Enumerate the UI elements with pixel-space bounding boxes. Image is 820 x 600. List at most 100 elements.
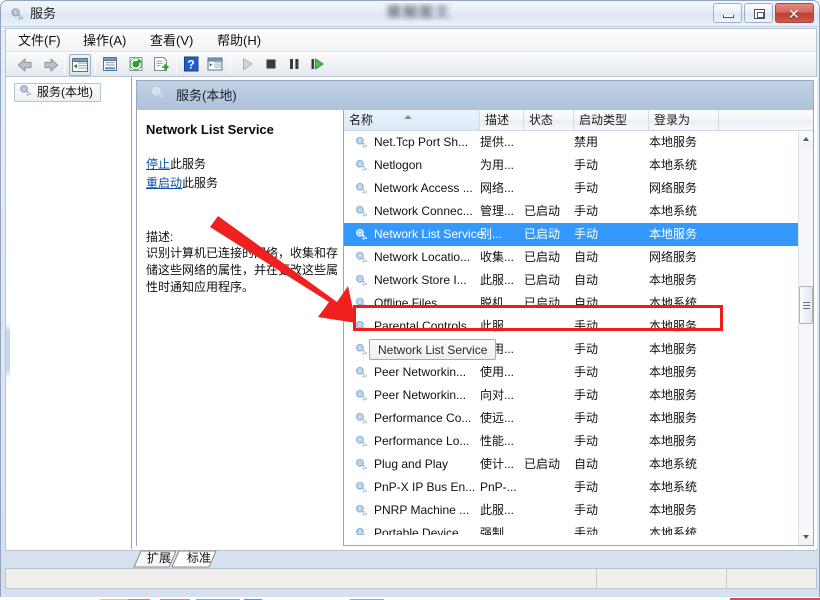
show-hide-tree-icon[interactable]: [69, 54, 91, 76]
table-row[interactable]: PNRP Machine ... 此服... 手动 本地服务: [344, 499, 800, 522]
cell-startup-type: 手动: [574, 388, 599, 402]
table-row[interactable]: Parental Controls 此服... 手动 本地服务: [344, 315, 800, 338]
export-list-icon[interactable]: [151, 54, 173, 76]
results-pane-title: 服务(本地): [176, 88, 237, 103]
list-vertical-scrollbar[interactable]: [798, 131, 813, 545]
stop-service-suffix: 此服务: [170, 157, 207, 171]
table-row[interactable]: Plug and Play 使计... 已启动 自动 本地系统: [344, 453, 800, 476]
service-gear-icon: [354, 181, 369, 196]
table-row-selected[interactable]: Network List Service 别... 已启动 手动 本地服务: [344, 223, 800, 246]
cell-log-on-as: 本地服务: [649, 342, 698, 356]
service-gear-icon: [354, 296, 369, 311]
service-gear-icon: [354, 273, 369, 288]
stop-service-link[interactable]: 停止: [146, 157, 170, 171]
cell-startup-type: 自动: [574, 273, 599, 287]
column-header-log-on-as[interactable]: 登录为: [649, 110, 719, 130]
restart-service-icon[interactable]: [307, 54, 329, 76]
properties-icon[interactable]: [100, 54, 122, 76]
service-gear-icon: [354, 411, 369, 426]
menu-file[interactable]: 文件(F): [12, 32, 67, 50]
table-row[interactable]: Net.Tcp Port Sh... 提供... 禁用 本地服务: [344, 131, 800, 154]
cell-log-on-as: 本地服务: [649, 503, 698, 517]
chevron-down-icon: [803, 535, 809, 539]
scrollbar-thumb[interactable]: [799, 286, 813, 324]
services-window: 服务 模糊图文 ✕ 文件(F) 操作(A) 查看(V) 帮助(H) ? 服务(本…: [0, 0, 820, 600]
cell-log-on-as: 本地服务: [649, 411, 698, 425]
tab-extended[interactable]: 扩展: [142, 550, 176, 568]
cell-description: 此服...: [480, 319, 515, 333]
refresh-icon[interactable]: [126, 54, 148, 76]
tree-item-services-local[interactable]: 服务(本地): [14, 83, 101, 102]
table-row[interactable]: Network Locatio... 收集... 已启动 自动 网络服务: [344, 246, 800, 269]
menu-action[interactable]: 操作(A): [77, 32, 132, 50]
scrollbar-grip-icon: [803, 302, 810, 309]
screenshot-bottom-artifact: [0, 592, 820, 600]
cell-status: 已启动: [524, 273, 561, 287]
table-row[interactable]: Network Store I... 此服... 已启动 自动 本地服务: [344, 269, 800, 292]
restart-service-link[interactable]: 重启动: [146, 176, 182, 190]
menu-view[interactable]: 查看(V): [144, 32, 199, 50]
close-icon: ✕: [788, 6, 800, 22]
tree-scroll-indicator: [6, 77, 10, 549]
cell-startup-type: 手动: [574, 480, 599, 494]
cell-startup-type: 禁用: [574, 135, 599, 149]
help-icon[interactable]: ?: [181, 54, 203, 76]
service-gear-icon: [354, 227, 369, 242]
maximize-button[interactable]: [744, 3, 773, 23]
back-arrow-icon[interactable]: [14, 54, 36, 76]
menu-help[interactable]: 帮助(H): [211, 32, 267, 50]
table-row[interactable]: Netlogon 为用... 手动 本地系统: [344, 154, 800, 177]
table-row[interactable]: Peer Networkin... 向对... 手动 本地服务: [344, 384, 800, 407]
toolbar-separator-4: [230, 56, 231, 74]
table-row[interactable]: PnP-X IP Bus En... PnP-... 手动 本地系统: [344, 476, 800, 499]
stop-service-icon[interactable]: [261, 54, 283, 76]
status-left-segment: [6, 569, 596, 588]
service-gear-icon: [354, 365, 369, 380]
table-row[interactable]: Network Connec... 管理... 已启动 手动 本地系统: [344, 200, 800, 223]
sort-ascending-icon: [404, 115, 412, 119]
cell-description: 提供...: [480, 135, 515, 149]
table-row[interactable]: Offline Files 脱机... 已启动 自动 本地系统: [344, 292, 800, 315]
table-row[interactable]: Portable Device ... 强制... 手动 本地系统: [344, 522, 800, 535]
minimize-button[interactable]: [713, 3, 742, 23]
column-header-status[interactable]: 状态: [524, 110, 574, 130]
cell-description: 使用...: [480, 365, 515, 379]
toolbar-separator-3: [176, 56, 177, 74]
status-right-segment: [726, 569, 816, 588]
table-row[interactable]: Performance Lo... 性能... 手动 本地服务: [344, 430, 800, 453]
cell-status: 已启动: [524, 457, 561, 471]
cell-description: 此服...: [480, 273, 515, 287]
column-header-name[interactable]: 名称: [344, 110, 480, 130]
cell-log-on-as: 本地服务: [649, 365, 698, 379]
table-row[interactable]: Network Access ... 网络... 手动 网络服务: [344, 177, 800, 200]
table-row[interactable]: Peer Networkin... 使用... 手动 本地服务: [344, 361, 800, 384]
service-gear-icon: [354, 480, 369, 495]
column-header-startup-type[interactable]: 启动类型: [574, 110, 649, 130]
cell-log-on-as: 本地系统: [649, 526, 698, 535]
cell-log-on-as: 本地服务: [649, 434, 698, 448]
service-gear-icon: [354, 526, 369, 535]
column-header-description[interactable]: 描述: [480, 110, 524, 130]
forward-arrow-icon[interactable]: [40, 54, 62, 76]
main-content-area: 服务(本地) 服务(本地) Network List Service 停止此服务…: [5, 77, 817, 551]
tab-standard[interactable]: 标准: [182, 550, 216, 568]
title-bar: 服务 模糊图文 ✕: [1, 1, 819, 27]
cell-description: 脱机...: [480, 296, 515, 310]
cell-log-on-as: 本地服务: [649, 135, 698, 149]
scroll-up-button[interactable]: [799, 131, 813, 147]
view-tabs: 扩展 标准: [132, 550, 252, 568]
close-button[interactable]: ✕: [775, 3, 814, 23]
cell-description: 性能...: [480, 434, 515, 448]
start-service-icon[interactable]: [237, 54, 259, 76]
cell-startup-type: 自动: [574, 250, 599, 264]
cell-description: 为用...: [480, 158, 515, 172]
service-gear-icon: [354, 135, 369, 150]
table-row[interactable]: Performance Co... 使远... 手动 本地服务: [344, 407, 800, 430]
view-details-icon[interactable]: [205, 54, 227, 76]
pause-service-icon[interactable]: [284, 54, 306, 76]
cell-description: 此服...: [480, 503, 515, 517]
results-pane: 服务(本地) Network List Service 停止此服务 重启动此服务…: [133, 77, 817, 549]
menu-bar: 文件(F) 操作(A) 查看(V) 帮助(H): [5, 28, 817, 51]
services-rows-container: Net.Tcp Port Sh... 提供... 禁用 本地服务 Netlogon 为用.…: [344, 131, 800, 535]
scroll-down-button[interactable]: [799, 529, 813, 545]
